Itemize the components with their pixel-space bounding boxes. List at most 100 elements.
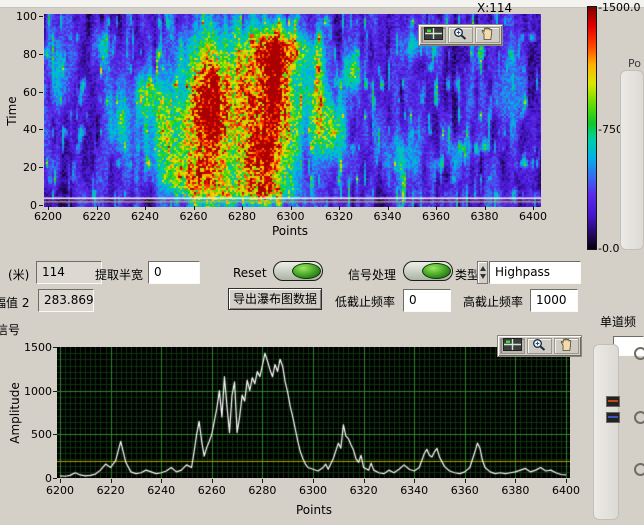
color-scale-min-label: -0.0 (598, 242, 619, 255)
x-tick-label: 6320 (342, 484, 386, 497)
amplitude2-indicator: 283.869 (38, 289, 94, 312)
pan-tool-icon (478, 27, 497, 43)
x-tick-mark (161, 479, 162, 483)
spinner-up-icon[interactable] (480, 266, 486, 271)
export-waterfall-button[interactable]: 导出瀑布图数据 (228, 288, 322, 310)
zoom-tool-icon (451, 27, 470, 43)
y-tick-label: 0 (3, 199, 37, 212)
clipped-dial-3 (634, 463, 644, 476)
meter-indicator: 114 (36, 261, 102, 284)
x-tick-label: 6280 (240, 484, 284, 497)
y-tick-mark (39, 16, 43, 17)
y-tick-label: 20 (3, 161, 37, 174)
signal-plot-area[interactable] (57, 347, 570, 478)
x-tick-label: 6300 (291, 484, 335, 497)
y-tick-label: 40 (3, 123, 37, 136)
reset-switch-knob (292, 263, 321, 279)
x-tick-mark (111, 479, 112, 483)
y-tick-label: 80 (3, 48, 37, 61)
x-tick-mark (414, 479, 415, 483)
x-tick-mark (242, 206, 243, 210)
y-tick-mark (39, 205, 43, 206)
clipped-dial-1 (634, 347, 644, 360)
x-tick-mark (291, 206, 292, 210)
zoom-tool-button[interactable] (448, 27, 473, 43)
x-tick-label: 6320 (317, 210, 361, 223)
x-tick-label: 6220 (89, 484, 133, 497)
x-tick-label: 6340 (392, 484, 436, 497)
color-scale-ramp[interactable] (587, 6, 597, 250)
x-tick-label: 6380 (463, 210, 507, 223)
clipped-po-text: Po (628, 57, 641, 70)
signal-process-label: 信号处理 (348, 266, 396, 283)
x-tick-label: 6260 (172, 210, 216, 223)
x-tick-mark (97, 206, 98, 210)
pan-tool-button[interactable] (554, 338, 579, 354)
zoom-tool-button[interactable] (527, 338, 552, 354)
signal-x-axis-label: Points (296, 503, 332, 517)
signal-chart-title: 信号 (0, 321, 20, 338)
crosshair-tool-icon (424, 27, 443, 43)
x-tick-mark (194, 206, 195, 210)
color-scale-max-label: -1500.0 (598, 1, 640, 14)
plot-legend-swatch-2[interactable] (606, 412, 620, 423)
signal-process-switch-knob (422, 263, 451, 279)
crosshair-tool-button[interactable] (500, 338, 525, 354)
x-tick-label: 6240 (123, 210, 167, 223)
waterfall-cursor-readout: X:114 (477, 1, 512, 15)
x-tick-mark (436, 206, 437, 210)
x-tick-mark (313, 479, 314, 483)
crosshair-tool-icon (503, 338, 522, 354)
x-tick-mark (262, 479, 263, 483)
y-tick-label: 1000 (18, 385, 52, 398)
x-tick-label: 6300 (269, 210, 313, 223)
y-tick-mark (53, 347, 57, 348)
low-cutoff-input[interactable]: 0 (403, 289, 451, 312)
x-tick-mark (515, 479, 516, 483)
x-tick-mark (364, 479, 365, 483)
y-tick-label: 1500 (18, 341, 52, 354)
front-panel: X:114 Time Points -1500.0 -750.0 -0.0 Po… (0, 0, 644, 525)
x-tick-label: 6260 (190, 484, 234, 497)
y-tick-mark (39, 167, 43, 168)
spinner-down-icon[interactable] (480, 274, 486, 279)
low-cutoff-label: 低截止频率 (335, 293, 395, 310)
x-tick-label: 6240 (139, 484, 183, 497)
right-panel-strip-top (620, 70, 644, 250)
waterfall-x-axis-label: Points (272, 224, 308, 238)
x-tick-label: 6200 (38, 484, 82, 497)
half-width-input[interactable]: 0 (148, 261, 200, 284)
x-tick-label: 6220 (75, 210, 119, 223)
meter-label: (米) (8, 266, 29, 283)
amplitude2-label: 幅值 2 (0, 294, 29, 311)
x-tick-label: 6280 (220, 210, 264, 223)
type-spinner[interactable] (477, 261, 488, 284)
plot-legend-swatch-1[interactable] (606, 396, 620, 407)
signal-process-switch[interactable] (403, 261, 453, 281)
x-tick-mark (388, 206, 389, 210)
type-dropdown[interactable]: Highpass (489, 261, 581, 284)
high-cutoff-input[interactable]: 1000 (530, 289, 578, 312)
signal-graph-palette (497, 335, 582, 357)
x-tick-label: 6400 (511, 210, 555, 223)
pan-tool-button[interactable] (475, 27, 500, 43)
reset-label: Reset (233, 266, 267, 280)
x-tick-mark (339, 206, 340, 210)
window-top-strip (0, 0, 644, 8)
x-tick-label: 6360 (414, 210, 458, 223)
x-tick-mark (566, 479, 567, 483)
x-tick-label: 6380 (493, 484, 537, 497)
x-tick-mark (60, 479, 61, 483)
clipped-dial-2 (634, 411, 644, 424)
x-tick-mark (533, 206, 534, 210)
x-tick-mark (465, 479, 466, 483)
legend-line-red (608, 400, 618, 402)
x-tick-mark (212, 479, 213, 483)
y-tick-mark (39, 54, 43, 55)
x-tick-mark (485, 206, 486, 210)
reset-switch[interactable] (273, 261, 323, 281)
y-tick-label: 100 (3, 10, 37, 23)
y-tick-mark (39, 92, 43, 93)
crosshair-tool-button[interactable] (421, 27, 446, 43)
spectrum-panel-label: 单道频 (600, 313, 636, 330)
